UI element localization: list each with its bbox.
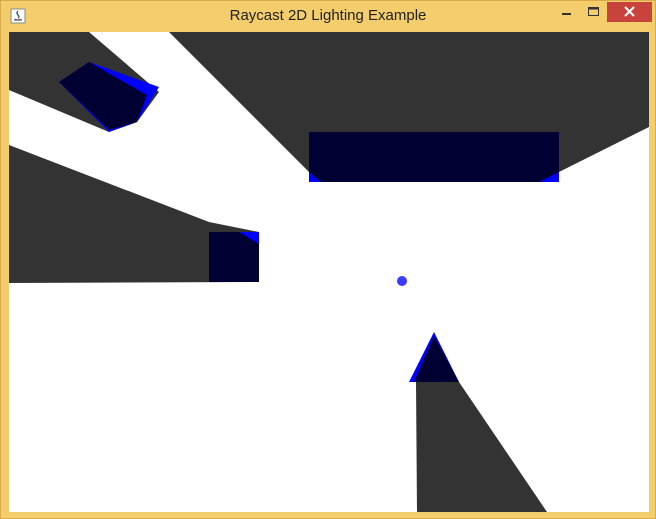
close-icon	[624, 6, 635, 17]
obstacle-left-square	[209, 232, 259, 282]
scene-canvas[interactable]	[9, 32, 649, 512]
lighting-scene	[9, 32, 649, 512]
light-source[interactable]	[397, 276, 407, 286]
obstacle-top-rect	[309, 132, 559, 182]
maximize-button[interactable]	[580, 2, 607, 22]
maximize-icon	[588, 7, 599, 16]
app-window: Raycast 2D Lighting Example	[0, 0, 656, 519]
minimize-icon	[562, 13, 571, 15]
minimize-button[interactable]	[552, 2, 580, 22]
title-bar[interactable]: Raycast 2D Lighting Example	[1, 1, 655, 32]
close-button[interactable]	[607, 2, 652, 22]
shadow-region-bottom	[416, 382, 547, 512]
